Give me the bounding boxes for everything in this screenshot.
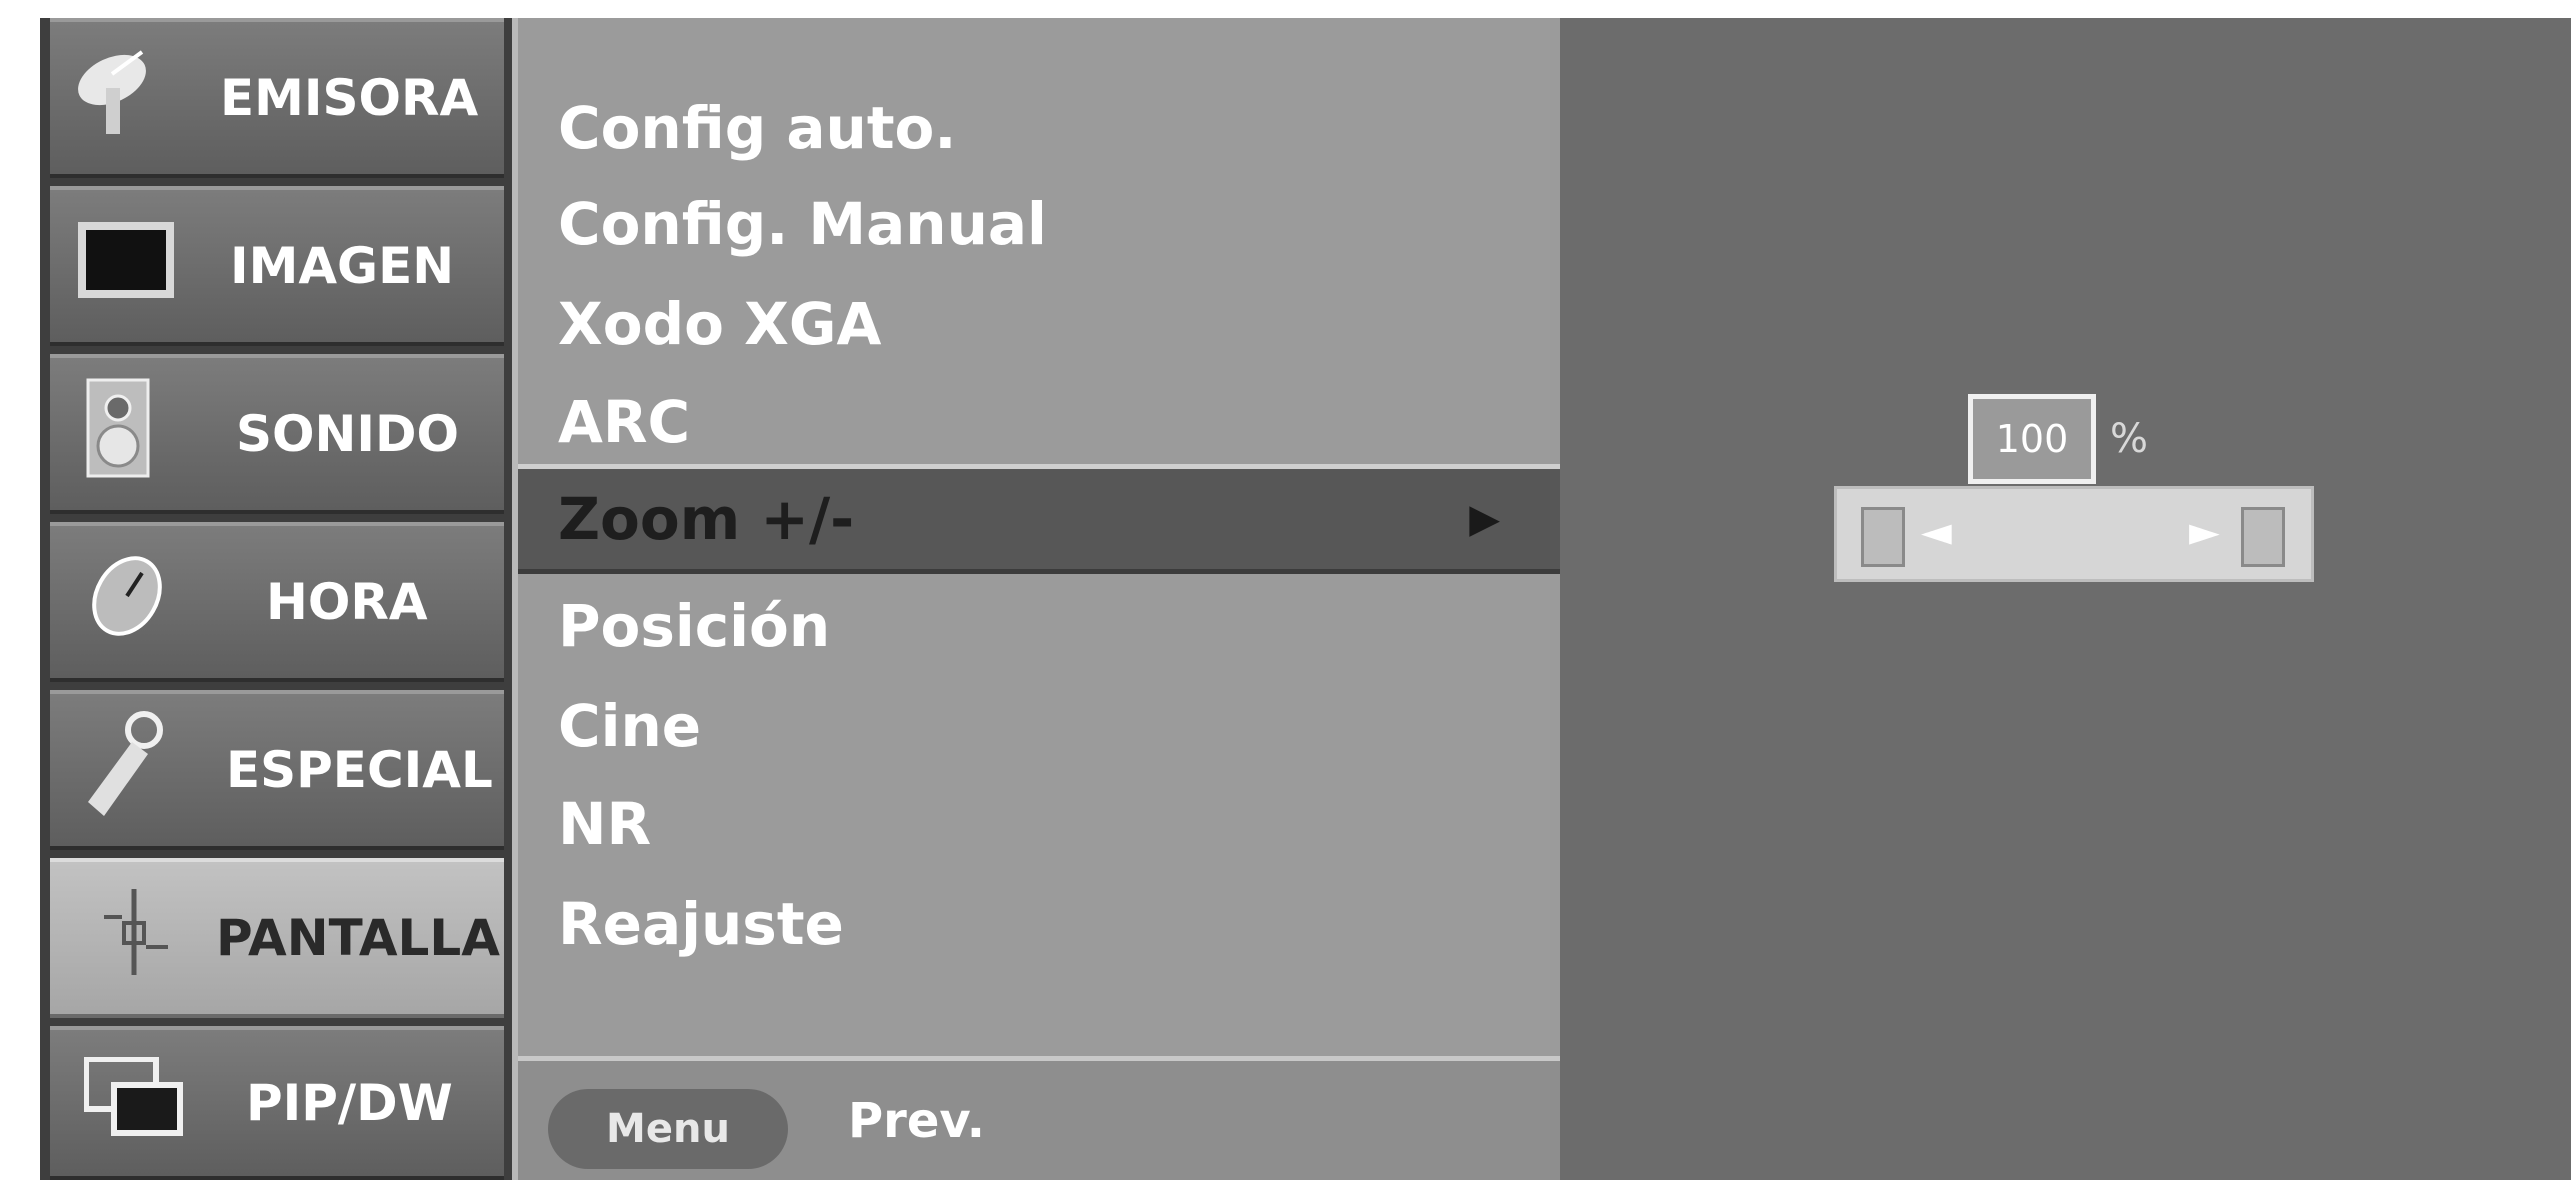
pip-icon — [83, 1056, 184, 1149]
menu-item-zoom[interactable]: Zoom +/- ▶ — [518, 464, 1560, 574]
slider-min-icon — [1861, 507, 1905, 567]
menu-item-config-auto[interactable]: Config auto. — [518, 80, 1560, 176]
category-pantalla[interactable]: PANTALLA — [50, 858, 504, 1018]
menu-item-label: Zoom +/- — [558, 485, 855, 553]
category-label: IMAGEN — [230, 237, 455, 295]
category-label: PIP/DW — [246, 1074, 453, 1132]
menu-button[interactable]: Menu — [548, 1089, 788, 1169]
menu-item-config-manual[interactable]: Config. Manual — [518, 176, 1560, 272]
category-sidebar: EMISORA IMAGEN SONIDO HORA ESPECIAL PANT… — [40, 18, 512, 1180]
satellite-dish-icon — [72, 44, 162, 152]
screen-adjust-icon — [94, 887, 174, 989]
menu-item-xodo-xga[interactable]: Xodo XGA — [518, 276, 1560, 372]
menu-item-label: Reajuste — [558, 890, 844, 958]
slider-left-arrow-icon[interactable]: ◄ — [1921, 509, 1952, 555]
menu-item-posicion[interactable]: Posición — [518, 578, 1560, 674]
category-sonido[interactable]: SONIDO — [50, 354, 504, 514]
category-imagen[interactable]: IMAGEN — [50, 186, 504, 346]
key-icon — [74, 704, 174, 836]
menu-item-label: Posición — [558, 592, 831, 660]
menu-item-label: Config auto. — [558, 94, 957, 162]
preview-area: 100 % ◄ ► — [1560, 18, 2571, 1180]
category-label: SONIDO — [236, 405, 459, 463]
menu-item-label: NR — [558, 790, 652, 858]
menu-item-label: ARC — [558, 388, 691, 456]
slider-right-arrow-icon[interactable]: ► — [2189, 509, 2220, 555]
speaker-icon — [84, 378, 154, 490]
submenu-panel: Config auto. Config. Manual Xodo XGA ARC… — [512, 18, 1560, 1180]
category-label: HORA — [266, 573, 428, 631]
category-label: EMISORA — [220, 69, 479, 127]
menu-item-label: Xodo XGA — [558, 290, 882, 358]
menu-footer: Menu Prev. — [518, 1056, 1560, 1180]
category-pip-dw[interactable]: PIP/DW — [50, 1026, 504, 1180]
category-emisora[interactable]: EMISORA — [50, 18, 504, 178]
menu-item-arc[interactable]: ARC — [518, 374, 1560, 470]
category-especial[interactable]: ESPECIAL — [50, 690, 504, 850]
category-label: ESPECIAL — [226, 741, 493, 799]
menu-item-cine[interactable]: Cine — [518, 678, 1560, 774]
submenu-arrow-icon: ▶ — [1469, 496, 1500, 542]
zoom-value-box: 100 — [1968, 394, 2096, 484]
menu-item-label: Cine — [558, 692, 702, 760]
menu-item-label: Config. Manual — [558, 190, 1047, 258]
picture-icon — [76, 220, 176, 312]
zoom-unit-label: % — [2110, 416, 2149, 462]
zoom-slider[interactable]: ◄ ► — [1834, 486, 2314, 582]
menu-item-nr[interactable]: NR — [518, 776, 1560, 872]
prev-label: Prev. — [848, 1092, 986, 1149]
slider-max-icon — [2241, 507, 2285, 567]
category-label: PANTALLA — [216, 909, 500, 967]
menu-item-reajuste[interactable]: Reajuste — [518, 876, 1560, 972]
category-hora[interactable]: HORA — [50, 522, 504, 682]
clock-icon — [82, 551, 172, 653]
